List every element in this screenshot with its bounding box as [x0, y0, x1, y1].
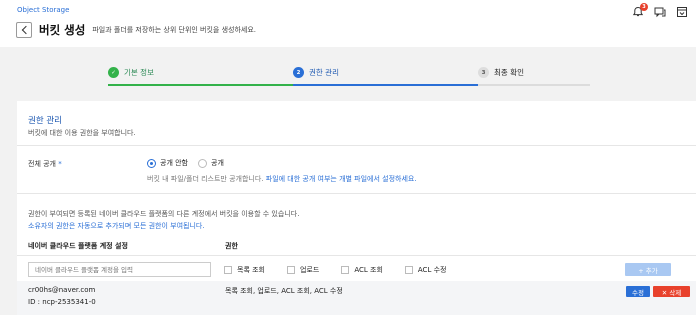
public-hint: 버킷 내 파일/폴더 리스트만 공개합니다. 파일에 대한 공개 여부는 개별 … [147, 174, 417, 184]
radio-dot[interactable] [198, 158, 207, 168]
checkbox-acl-write[interactable]: ACL 수정 [404, 265, 447, 275]
checkbox-box[interactable] [287, 266, 295, 274]
column-header-account: 네이버 클라우드 플랫폼 계정 설정 [28, 242, 128, 250]
hint-link: 파일에 대한 공개 여부는 개별 파일에서 설정하세요. [265, 175, 417, 183]
check-icon: ✓ [108, 67, 119, 78]
breadcrumb[interactable]: Object Storage [17, 6, 69, 14]
step-number: 2 [293, 67, 304, 78]
section-description: 버킷에 대한 이용 권한을 부여합니다. [28, 129, 136, 137]
permission-checkboxes: 목록 조회 업로드 ACL 조회 ACL 수정 [224, 265, 446, 275]
permission-note: 권한이 부여되면 등록된 네이버 클라우드 플랫폼의 다른 계정에서 버킷을 이… [28, 210, 300, 218]
top-bar: Object Storage 버킷 생성 파일과 폴더를 저장하는 상위 단위인… [0, 0, 696, 47]
step-permission: 2 권한 관리 [293, 67, 339, 78]
radio-public[interactable]: 공개 [198, 158, 224, 168]
step-label: 기본 정보 [124, 68, 154, 77]
step-progress-pending [478, 84, 590, 86]
column-header-permission: 권한 [225, 242, 238, 250]
window-icon[interactable] [676, 6, 688, 18]
step-indicator: ✓ 기본 정보 2 권한 관리 3 최종 확인 [108, 67, 590, 87]
public-setting-label: 전체 공개 * [28, 159, 62, 169]
page-title: 버킷 생성 [39, 23, 86, 37]
chat-icon[interactable] [654, 6, 666, 18]
checkbox-label: ACL 수정 [417, 266, 447, 274]
required-mark: * [58, 160, 62, 168]
account-input[interactable] [28, 262, 211, 277]
checkbox-upload[interactable]: 업로드 [287, 265, 319, 275]
divider [17, 193, 696, 194]
checkbox-box[interactable] [404, 266, 413, 274]
radio-label: 공개 [211, 159, 224, 167]
bell-icon[interactable]: 3 [632, 3, 648, 18]
back-button[interactable] [16, 22, 32, 38]
checkbox-list-read[interactable]: 목록 조회 [224, 265, 265, 275]
account-email: cr00hs@naver.com [28, 286, 96, 294]
checkbox-label: ACL 조회 [354, 266, 383, 274]
public-radio-group: 공개 안함 공개 [147, 158, 224, 168]
delete-button[interactable]: ✕ 삭제 [653, 286, 690, 297]
step-label: 권한 관리 [309, 68, 339, 77]
edit-button[interactable]: 수정 [626, 286, 650, 297]
top-icons: 3 [632, 3, 688, 18]
radio-label: 공개 안함 [160, 159, 188, 167]
radio-dot-selected[interactable] [147, 158, 156, 168]
owner-note: 소유자의 권한은 자동으로 추가되며 모든 권한이 부여됩니다. [28, 222, 205, 230]
step-final-confirm: 3 최종 확인 [478, 67, 524, 78]
hint-text: 버킷 내 파일/폴더 리스트만 공개합니다. [147, 175, 264, 183]
divider [17, 255, 696, 256]
permission-card: 권한 관리 버킷에 대한 이용 권한을 부여합니다. 전체 공개 * 공개 안함… [17, 101, 696, 315]
step-progress-active [293, 84, 478, 86]
step-basic-info: ✓ 기본 정보 [108, 67, 154, 78]
checkbox-box[interactable] [341, 266, 350, 274]
public-label-text: 전체 공개 [28, 160, 56, 168]
page-description: 파일과 폴더를 저장하는 상위 단위인 버킷을 생성하세요. [92, 26, 257, 34]
step-progress-done [108, 84, 293, 86]
checkbox-label: 목록 조회 [237, 266, 265, 274]
step-label: 최종 확인 [494, 68, 524, 77]
table-row [17, 281, 696, 315]
checkbox-acl-read[interactable]: ACL 조회 [341, 265, 383, 275]
account-permissions: 목록 조회, 업로드, ACL 조회, ACL 수정 [225, 287, 343, 295]
step-number: 3 [478, 67, 489, 78]
checkbox-label: 업로드 [300, 266, 320, 274]
checkbox-box[interactable] [224, 266, 232, 274]
radio-private[interactable]: 공개 안함 [147, 158, 188, 168]
divider [17, 145, 696, 146]
account-id: ID : ncp-2535341-0 [28, 298, 96, 306]
chevron-left-icon [21, 25, 30, 35]
add-button[interactable]: + 추가 [625, 263, 671, 276]
section-title: 권한 관리 [28, 116, 62, 126]
title-row: 버킷 생성 파일과 폴더를 저장하는 상위 단위인 버킷을 생성하세요. [16, 22, 256, 38]
notification-badge: 3 [640, 3, 648, 11]
